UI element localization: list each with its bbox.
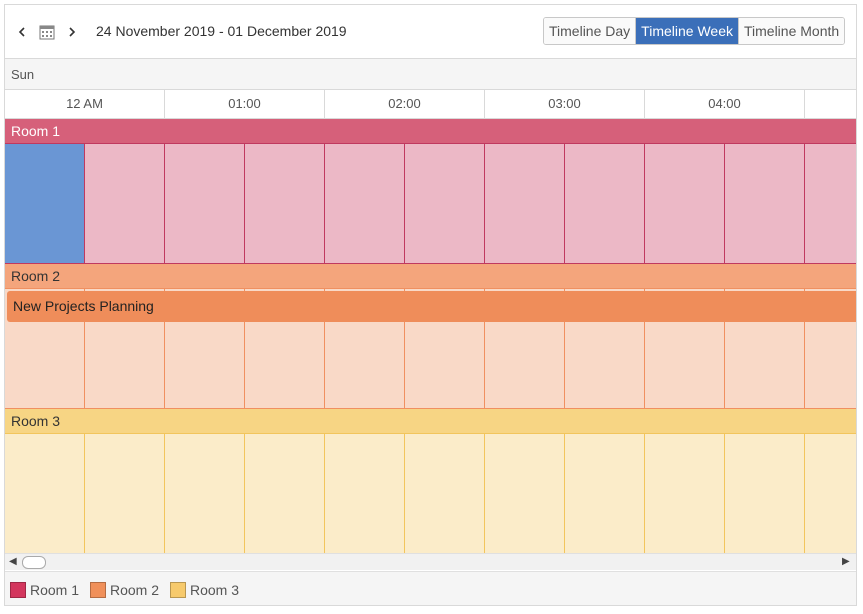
chevron-right-icon: [69, 27, 76, 37]
legend-swatch: [90, 582, 106, 598]
timeslot-cell[interactable]: [565, 434, 645, 554]
timeslot-cell[interactable]: [405, 434, 485, 554]
group-header-room-2: Room 2: [5, 264, 856, 289]
appointment-item[interactable]: New Projects Planning: [7, 291, 856, 322]
timeslot-cell[interactable]: [5, 434, 85, 554]
legend-swatch: [10, 582, 26, 598]
group-header-room-1: Room 1: [5, 119, 856, 144]
legend-item-room-3[interactable]: Room 3: [170, 581, 239, 599]
day-label: Sun: [11, 67, 35, 82]
timeslot-cell[interactable]: [565, 144, 645, 264]
scroll-right-icon[interactable]: ▶: [842, 557, 852, 567]
view-switcher: Timeline Day Timeline Week Timeline Mont…: [543, 17, 846, 45]
hour-cell: 04:00: [645, 90, 805, 119]
hour-cell: 01:00: [165, 90, 325, 119]
hour-header-row: 12 AM 01:00 02:00 03:00 04:00: [5, 90, 856, 119]
timeslot-cell[interactable]: [805, 434, 856, 554]
day-header-row: Sun: [5, 59, 856, 90]
next-button[interactable]: [62, 21, 82, 43]
timeslot-cell[interactable]: [645, 434, 725, 554]
chevron-left-icon: [18, 27, 25, 37]
scroll-left-icon[interactable]: ◀: [9, 557, 19, 567]
hour-cell: 02:00: [325, 90, 485, 119]
resource-legend: Room 1 Room 2 Room 3: [5, 571, 856, 605]
timeslot-cell[interactable]: [405, 144, 485, 264]
timeslot-cell[interactable]: [725, 434, 805, 554]
timeslot-cell[interactable]: [325, 144, 405, 264]
date-range-label[interactable]: 24 November 2019 - 01 December 2019: [96, 23, 347, 39]
hour-cell: 12 AM: [5, 90, 165, 119]
timeslot-cell[interactable]: [5, 144, 85, 264]
hour-cell: [805, 90, 856, 119]
timeslot-cell[interactable]: [245, 434, 325, 554]
calendar-button[interactable]: [37, 21, 57, 43]
timeslot-cell[interactable]: [165, 434, 245, 554]
legend-item-room-2[interactable]: Room 2: [90, 581, 159, 599]
timeslot-cell[interactable]: [645, 144, 725, 264]
legend-item-room-1[interactable]: Room 1: [10, 581, 79, 599]
previous-button[interactable]: [12, 21, 32, 43]
timeslot-cell[interactable]: [85, 434, 165, 554]
scheduler-toolbar: 24 November 2019 - 01 December 2019 Time…: [5, 5, 856, 59]
horizontal-scrollbar[interactable]: ◀ ▶: [5, 553, 856, 570]
view-timeline-day-button[interactable]: Timeline Day: [544, 18, 637, 44]
legend-swatch: [170, 582, 186, 598]
timeslot-cell[interactable]: [805, 144, 856, 264]
timeslot-cell[interactable]: [485, 434, 565, 554]
timeslot-cell[interactable]: [165, 144, 245, 264]
group-header-room-3: Room 3: [5, 409, 856, 434]
hour-cell: 03:00: [485, 90, 645, 119]
timeline-scheduler: 24 November 2019 - 01 December 2019 Time…: [4, 4, 857, 606]
legend-label: Room 1: [30, 582, 80, 598]
view-timeline-month-button[interactable]: Timeline Month: [738, 18, 845, 44]
view-timeline-week-button[interactable]: Timeline Week: [636, 18, 739, 44]
timeslot-cell[interactable]: [485, 144, 565, 264]
legend-label: Room 2: [110, 582, 160, 598]
timeslot-cell[interactable]: [325, 434, 405, 554]
timeslot-cell[interactable]: [245, 144, 325, 264]
scroll-thumb[interactable]: [22, 556, 46, 569]
timeslot-cell[interactable]: [725, 144, 805, 264]
timeslot-cell[interactable]: [85, 144, 165, 264]
calendar-icon: [39, 25, 55, 40]
legend-label: Room 3: [190, 582, 240, 598]
